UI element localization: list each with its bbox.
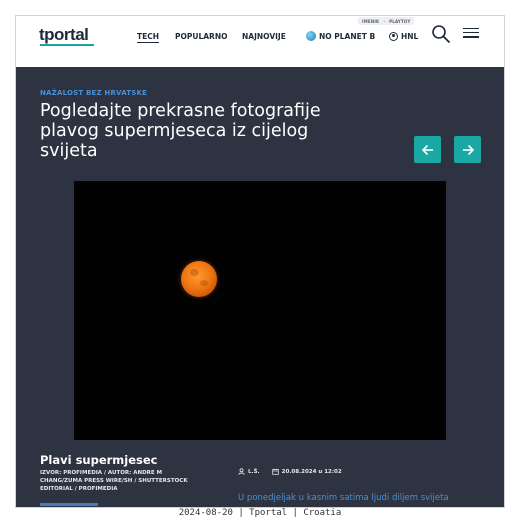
nav-item-popularno[interactable]: POPULARNO (175, 32, 227, 41)
logo-underline (40, 44, 94, 46)
image-caption: 2024-08-20 | Tportal | Croatia (178, 508, 342, 518)
article-kicker: NAŽALOST BEZ HRVATSKE (40, 89, 148, 97)
gallery-prev-button[interactable] (414, 136, 441, 163)
date-text: 20.08.2024 u 12:02 (281, 468, 342, 475)
top-link-playtoy[interactable]: PLAYTOY (389, 19, 410, 24)
nav-item-tech[interactable]: TECH (137, 32, 159, 41)
article-meta: L.Š. 20.08.2024 u 12:02 (238, 468, 342, 475)
article-author: L.Š. (238, 468, 260, 475)
article-headline: Pogledajte prekrasne fotografije plavog … (40, 101, 321, 161)
article-date: 20.08.2024 u 12:02 (271, 468, 342, 475)
nav-item-hnl-label: HNL (401, 31, 419, 41)
search-icon[interactable] (431, 24, 451, 44)
top-link-separator: · (383, 18, 386, 24)
top-link-imenik[interactable]: IMENIK (362, 19, 379, 24)
top-mini-links: IMENIK · PLAYTOY (358, 17, 415, 25)
globe-icon (306, 31, 316, 41)
browser-viewport: tportal IMENIK · PLAYTOY TECH POPULARNO … (15, 15, 505, 508)
nav-item-no-planet-b-label: NO PLANET B (319, 31, 376, 41)
supermoon-image (181, 261, 217, 297)
site-header: tportal IMENIK · PLAYTOY TECH POPULARNO … (16, 16, 504, 67)
gallery-photo[interactable] (74, 181, 446, 440)
user-icon (238, 468, 245, 475)
hamburger-menu-icon[interactable] (463, 25, 481, 41)
nav-item-najnovije[interactable]: NAJNOVIJE (242, 32, 286, 41)
site-logo[interactable]: tportal (39, 25, 89, 45)
caption-more-link[interactable] (40, 503, 98, 506)
calendar-icon (271, 468, 279, 475)
arrow-left-icon (421, 144, 433, 155)
nav-item-hnl[interactable]: HNL (389, 31, 419, 41)
nav-item-no-planet-b[interactable]: NO PLANET B (306, 31, 375, 41)
football-icon (389, 31, 398, 41)
photo-caption-title: Plavi supermjesec (40, 453, 158, 467)
author-name[interactable]: L.Š. (248, 469, 260, 475)
arrow-right-icon (462, 144, 474, 155)
gallery-next-button[interactable] (454, 136, 481, 163)
article-lead: U ponedjeljak u kasnim satima ljudi dilj… (238, 493, 449, 503)
photo-source: IZVOR: PROFIMEDIA / AUTOR: ANDRE M CHANG… (40, 470, 188, 492)
